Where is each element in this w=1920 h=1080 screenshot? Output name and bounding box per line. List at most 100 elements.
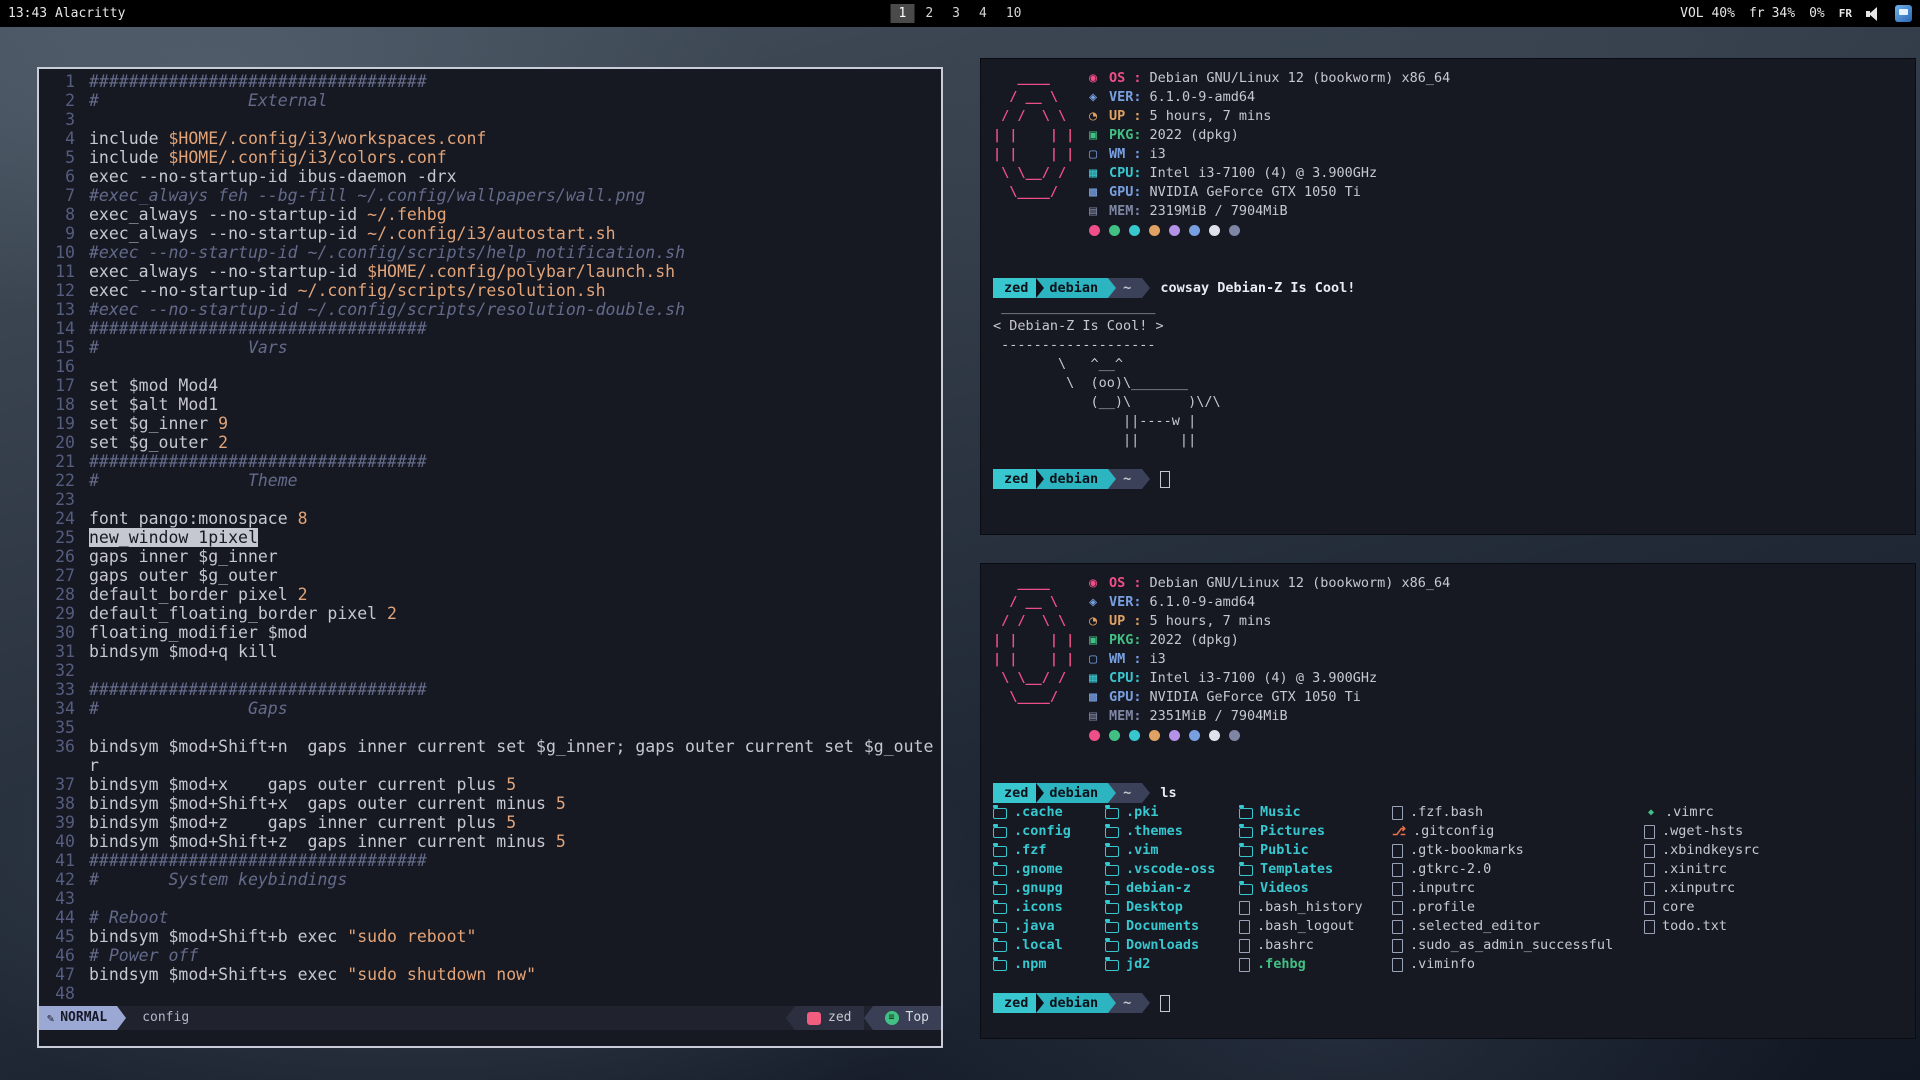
vim-window[interactable]: 1##################################2# Ex…: [37, 67, 943, 1048]
ls-entry: Downloads: [1105, 936, 1239, 955]
powerline-separator: [1142, 783, 1150, 803]
vim-line: 2# External: [45, 91, 937, 110]
entry-name: .cache: [1014, 803, 1063, 822]
vim-line: 24font pango:monospace 8: [45, 509, 937, 528]
entry-name: .bash_logout: [1257, 917, 1355, 936]
ls-entry: Pictures: [1239, 822, 1392, 841]
folder-icon: [1105, 884, 1119, 895]
prompt-user: zed: [993, 993, 1036, 1013]
workspace-button-10[interactable]: 10: [998, 4, 1030, 23]
workspace-button-2[interactable]: 2: [917, 4, 941, 23]
entry-name: jd2: [1126, 955, 1150, 974]
terminal-window-bottom[interactable]: ____ / __ \ / / \ \ | | | | | | | | \ \_…: [980, 563, 1916, 1039]
keyboard-layout-badge[interactable]: FR: [1839, 7, 1852, 20]
os-icon: ◉: [1089, 574, 1109, 593]
workspace-button-4[interactable]: 4: [971, 4, 995, 23]
powerline-separator: [1036, 278, 1044, 298]
vim-line: 21##################################: [45, 452, 937, 471]
wm-icon: ▢: [1089, 145, 1109, 164]
line-number: 11: [45, 262, 75, 281]
ls-entry: .npm: [993, 955, 1105, 974]
prompt-row[interactable]: zed debian ~: [993, 993, 1915, 1013]
volume-indicator[interactable]: VOL 40%: [1680, 6, 1735, 21]
line-number: 37: [45, 775, 75, 794]
line-text: # Reboot: [89, 908, 168, 927]
prompt-row: zed debian ~ ls: [993, 783, 1915, 803]
vim-line: 20set $g_outer 2: [45, 433, 937, 452]
folder-icon: [993, 865, 1007, 876]
vim-line: 10#exec --no-startup-id ~/.config/script…: [45, 243, 937, 262]
powerline-separator: [1108, 278, 1116, 298]
line-text: bindsym $mod+x gaps outer current plus 5: [89, 775, 516, 794]
vim-line: 6exec --no-startup-id ibus-daemon -drx: [45, 167, 937, 186]
ls-output: .cache.config.fzf.gnome.gnupg.icons.java…: [993, 803, 1915, 974]
folder-icon: [993, 846, 1007, 857]
fetch-line-up: ◔UP :5 hours, 7 mins: [1089, 612, 1450, 631]
folder-icon: [993, 884, 1007, 895]
entry-name: Downloads: [1126, 936, 1199, 955]
folder-icon: [1105, 922, 1119, 933]
fetch-value: NVIDIA GeForce GTX 1050 Ti: [1150, 688, 1361, 707]
line-text: #exec_always feh --bg-fill ~/.config/wal…: [89, 186, 645, 205]
vim-line: 7#exec_always feh --bg-fill ~/.config/wa…: [45, 186, 937, 205]
vim-buffer[interactable]: 1##################################2# Ex…: [39, 69, 941, 1006]
speaker-icon[interactable]: [1866, 7, 1881, 21]
entry-name: Desktop: [1126, 898, 1183, 917]
powerline-separator: [1036, 783, 1044, 803]
line-number: 33: [45, 680, 75, 699]
powerline-separator: [864, 1006, 873, 1030]
line-number: 25: [45, 528, 75, 547]
entry-name: .sudo_as_admin_successful: [1410, 936, 1613, 955]
workspace-button-3[interactable]: 3: [944, 4, 968, 23]
file-icon: [1392, 958, 1403, 972]
terminal-cursor: [1160, 995, 1170, 1012]
fetch-label: GPU:: [1109, 688, 1142, 707]
line-text: include $HOME/.config/i3/colors.conf: [89, 148, 447, 167]
line-number: 18: [45, 395, 75, 414]
up-icon: ◔: [1089, 612, 1109, 631]
ls-entry: .xbindkeysrc: [1644, 841, 1760, 860]
fetch-label: CPU:: [1109, 164, 1142, 183]
color-dot: [1129, 730, 1140, 741]
ls-entry: core: [1644, 898, 1760, 917]
tray-icon[interactable]: [1895, 5, 1912, 22]
file-icon: [1392, 806, 1403, 820]
entry-name: .config: [1014, 822, 1071, 841]
fetch-label: OS :: [1109, 574, 1142, 593]
vim-line: 33##################################: [45, 680, 937, 699]
powerline-separator: [786, 1006, 795, 1030]
fetch-label: PKG:: [1109, 126, 1142, 145]
line-number: 4: [45, 129, 75, 148]
workspace-button-1[interactable]: 1: [891, 4, 915, 23]
line-number: 8: [45, 205, 75, 224]
line-text: set $mod Mod4: [89, 376, 218, 395]
git-icon: ⎇: [1392, 822, 1406, 841]
terminal-window-top[interactable]: ____ / __ \ / / \ \ | | | | | | | | \ \_…: [980, 58, 1916, 535]
fetch-line-wm: ▢WM :i3: [1089, 145, 1450, 164]
entry-name: .gnome: [1014, 860, 1063, 879]
ls-entry: .local: [993, 936, 1105, 955]
line-text: ##################################: [89, 72, 427, 91]
fetch-value: 5 hours, 7 mins: [1150, 107, 1272, 126]
pkg-icon: ▣: [1089, 126, 1109, 145]
prompt-row[interactable]: zed debian ~: [993, 469, 1915, 489]
ls-entry: .fzf: [993, 841, 1105, 860]
line-text: set $g_outer 2: [89, 433, 228, 452]
entry-name: .profile: [1410, 898, 1475, 917]
vim-line: r: [45, 756, 937, 775]
file-icon: [1644, 882, 1655, 896]
vim-line: 15# Vars: [45, 338, 937, 357]
line-text: # Gaps: [89, 699, 288, 718]
line-number: 26: [45, 547, 75, 566]
vim-command-line[interactable]: [39, 1030, 941, 1046]
vim-line: 3: [45, 110, 937, 129]
line-number: 23: [45, 490, 75, 509]
ls-column: ◆.vimrc.wget-hsts.xbindkeysrc.xinitrc.xi…: [1644, 803, 1760, 974]
color-dot: [1189, 730, 1200, 741]
line-text: gaps outer $g_outer: [89, 566, 278, 585]
ls-entry: .gnome: [993, 860, 1105, 879]
folder-icon: [993, 922, 1007, 933]
powerline-separator: [1108, 993, 1116, 1013]
color-dot: [1109, 225, 1120, 236]
fetch-label: VER:: [1109, 88, 1142, 107]
